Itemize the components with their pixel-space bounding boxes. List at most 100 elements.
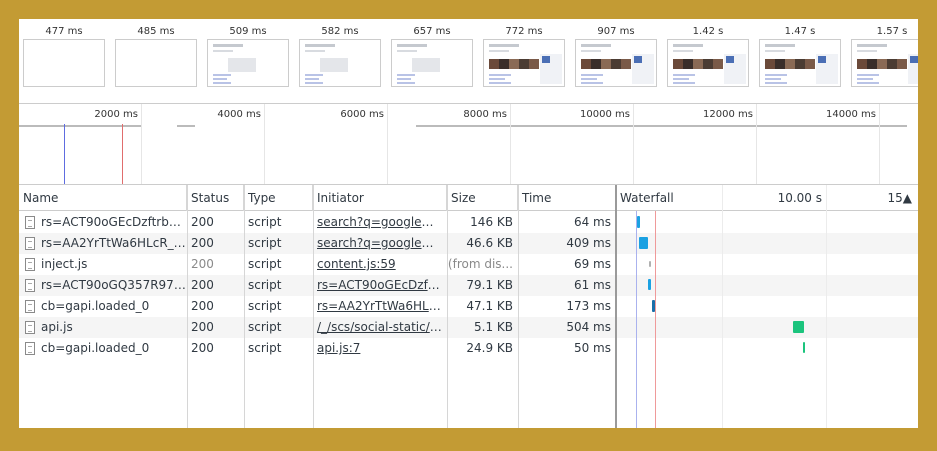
document-icon [25,300,35,313]
column-header-name[interactable]: Name [19,185,187,211]
request-name[interactable]: inject.js [37,254,187,275]
request-initiator-link[interactable]: search?q=google+n... [313,233,443,254]
request-name[interactable]: rs=ACT90oGQ357R97y... [37,275,187,296]
filmstrip-frame-time: 477 ms [45,26,83,37]
overview-gridline [141,104,142,184]
overview-tick-label: 12000 ms [703,109,753,120]
request-initiator-link[interactable]: /_/scs/social-static/_... [313,317,443,338]
overview-tick-label: 6000 ms [340,109,384,120]
column-header-time[interactable]: Time [518,185,616,211]
filmstrip-frame-time: 485 ms [137,26,175,37]
document-icon [25,237,35,250]
column-divider[interactable] [518,185,519,428]
network-request-table: Name Status Type Initiator Size Time Wat… [19,185,918,428]
request-size: 46.6 KB [466,236,513,250]
filmstrip-frame[interactable]: 772 ms [483,25,565,87]
filmstrip-thumbnail [391,39,473,87]
request-time: 173 ms [566,299,611,313]
request-name[interactable]: cb=gapi.loaded_0 [37,296,187,317]
request-initiator-link[interactable]: content.js:59 [313,254,443,275]
request-time: 50 ms [573,341,611,355]
document-icon [25,342,35,355]
column-header-initiator[interactable]: Initiator [313,185,447,211]
request-status: 200 [191,278,214,292]
filmstrip-frame[interactable]: 509 ms [207,25,289,87]
overview-tick-label: 8000 ms [463,109,507,120]
request-size: 24.9 KB [466,341,513,355]
waterfall-bar[interactable] [639,237,648,249]
waterfall-gridline [826,185,827,428]
table-row[interactable]: rs=AA2YrTtWa6HLcR_y... 200 script search?q=… [19,233,918,254]
overview-gridline [879,104,880,184]
filmstrip-frame[interactable]: 657 ms [391,25,473,87]
table-row[interactable]: rs=ACT90oGQ357R97y... 200 script rs=ACT90oG… [19,275,918,296]
request-name[interactable]: rs=ACT90oGEcDzftrb0... [37,212,187,233]
filmstrip-frame[interactable]: 907 ms [575,25,657,87]
filmstrip-frame-time: 657 ms [413,26,451,37]
request-type: script [248,341,282,355]
filmstrip-thumbnail [115,39,197,87]
filmstrip-frame[interactable]: 485 ms [115,25,197,87]
overview-gridline [510,104,511,184]
request-initiator-link[interactable]: search?q=google+n... [313,212,443,233]
request-type: script [248,236,282,250]
filmstrip-frame[interactable]: 477 ms [23,25,105,87]
column-header-size[interactable]: Size [447,185,518,211]
filmstrip-thumbnail [667,39,749,87]
filmstrip-frame[interactable]: 1.47 s [759,25,841,87]
column-divider[interactable] [447,185,448,428]
filmstrip-thumbnail [759,39,841,87]
waterfall-bar[interactable] [648,279,651,290]
request-type: script [248,257,282,271]
domcontentloaded-marker [64,124,65,184]
column-header-type[interactable]: Type [244,185,313,211]
waterfall-divider[interactable] [615,185,617,428]
overview-tick-label: 4000 ms [217,109,261,120]
document-icon [25,258,35,271]
filmstrip-thumbnail [207,39,289,87]
request-time: 69 ms [573,257,611,271]
request-status: 200 [191,257,214,271]
filmstrip-frame[interactable]: 1.42 s [667,25,749,87]
table-row[interactable]: inject.js 200 script content.js:59 (from dis… [19,254,918,275]
filmstrip-frame[interactable]: 582 ms [299,25,381,87]
request-status: 200 [191,320,214,334]
waterfall-bar[interactable] [793,321,804,333]
table-header: Name Status Type Initiator Size Time Wat… [19,185,918,211]
request-status: 200 [191,299,214,313]
request-name[interactable]: api.js [37,317,187,338]
timeline-overview[interactable]: 2000 ms 4000 ms 6000 ms 8000 ms 10000 ms 1200… [19,103,918,185]
request-time: 61 ms [573,278,611,292]
table-row[interactable]: cb=gapi.loaded_0 200 script rs=AA2YrTtWa6HL… [19,296,918,317]
filmstrip-frame-time: 772 ms [505,26,543,37]
request-size: 5.1 KB [474,320,513,334]
filmstrip-thumbnail [299,39,381,87]
request-initiator-link[interactable]: api.js:7 [313,338,443,359]
filmstrip-thumbnail [483,39,565,87]
request-initiator-link[interactable]: rs=AA2YrTtWa6HLc... [313,296,443,317]
waterfall-bar[interactable] [637,216,640,228]
table-row[interactable]: api.js 200 script /_/scs/social-static/_...… [19,317,918,338]
overview-gridline [387,104,388,184]
filmstrip-frame[interactable]: 1.57 s [851,25,918,87]
waterfall-tick-15s-sort[interactable]: 15▲ [826,185,918,211]
column-divider[interactable] [187,185,188,428]
request-name[interactable]: cb=gapi.loaded_0 [37,338,187,359]
request-name[interactable]: rs=AA2YrTtWa6HLcR_y... [37,233,187,254]
request-size: (from dis... [447,257,513,271]
column-divider[interactable] [313,185,314,428]
column-header-waterfall[interactable]: Waterfall [616,185,722,211]
request-time: 504 ms [566,320,611,334]
request-type: script [248,299,282,313]
waterfall-bar[interactable] [649,261,651,267]
overview-gridline [633,104,634,184]
request-initiator-link[interactable]: rs=ACT90oGEcDzftr... [313,275,443,296]
overview-tick-label: 10000 ms [580,109,630,120]
waterfall-bar[interactable] [803,342,805,353]
column-divider[interactable] [244,185,245,428]
load-event-marker [122,124,123,184]
overview-gridline [264,104,265,184]
table-row[interactable]: rs=ACT90oGEcDzftrb0... 200 script search?q=… [19,212,918,233]
table-row[interactable]: cb=gapi.loaded_0 200 script api.js:7 24.9 KB… [19,338,918,359]
column-header-status[interactable]: Status [187,185,244,211]
